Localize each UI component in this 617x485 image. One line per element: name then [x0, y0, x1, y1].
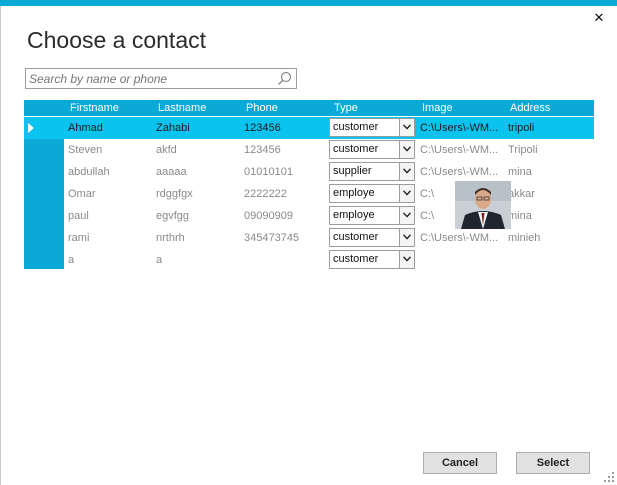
cell-image[interactable]: C:\Users\-WM...	[420, 139, 506, 161]
table-row[interactable]: Steven akfd 123456 customer C:\Users\-WM…	[24, 139, 594, 161]
chevron-down-icon	[403, 212, 411, 218]
select-button[interactable]: Select	[516, 452, 590, 474]
chevron-down-icon	[403, 168, 411, 174]
table-row[interactable]: Ahmad Zahabi 123456 customer C:\Users\-W…	[24, 117, 594, 139]
column-header-phone[interactable]: Phone	[246, 100, 278, 116]
table-row[interactable]: rami nrthrh 345473745 customer C:\Users\…	[24, 227, 594, 249]
cell-address[interactable]: mina	[508, 161, 592, 183]
search-box[interactable]	[25, 68, 297, 89]
cell-lastname[interactable]: akfd	[156, 139, 242, 161]
cell-phone[interactable]: 123456	[244, 139, 328, 161]
column-header-firstname[interactable]: Firstname	[70, 100, 119, 116]
type-value: employe	[333, 209, 375, 221]
cell-firstname[interactable]: abdullah	[68, 161, 154, 183]
type-dropdown[interactable]: customer	[329, 228, 415, 247]
cell-firstname[interactable]: Ahmad	[68, 117, 154, 139]
cell-lastname[interactable]: aaaaa	[156, 161, 242, 183]
cell-image[interactable]: C:\Users\-WM...	[420, 117, 506, 139]
cell-phone[interactable]	[244, 249, 328, 271]
type-value: customer	[333, 121, 379, 133]
row-indicator	[24, 117, 64, 139]
dropdown-button[interactable]	[399, 163, 414, 180]
cell-firstname[interactable]: paul	[68, 205, 154, 227]
chevron-down-icon	[403, 124, 411, 130]
type-value: employe	[333, 187, 375, 199]
cell-address[interactable]: minieh	[508, 227, 592, 249]
type-dropdown[interactable]: supplier	[329, 162, 415, 181]
cell-phone[interactable]: 09090909	[244, 205, 328, 227]
type-value: supplier	[333, 165, 372, 177]
table-row[interactable]: a a customer	[24, 249, 418, 271]
cell-lastname[interactable]: nrthrh	[156, 227, 242, 249]
cell-lastname[interactable]: rdggfgx	[156, 183, 242, 205]
cell-address[interactable]: tripoli	[508, 117, 592, 139]
cell-phone[interactable]: 01010101	[244, 161, 328, 183]
chevron-down-icon	[403, 256, 411, 262]
type-dropdown[interactable]: customer	[329, 118, 415, 137]
dropdown-button[interactable]	[399, 229, 414, 246]
dropdown-button[interactable]	[399, 251, 414, 268]
cell-lastname[interactable]: a	[156, 249, 242, 271]
type-value: customer	[333, 143, 379, 155]
cell-address[interactable]: akkar	[508, 183, 592, 205]
window-top-bar	[0, 0, 617, 6]
type-dropdown[interactable]: employe	[329, 206, 415, 225]
chevron-down-icon	[403, 234, 411, 240]
resize-grip-icon[interactable]	[603, 471, 615, 483]
current-row-arrow-icon	[28, 123, 34, 133]
cancel-button[interactable]: Cancel	[423, 452, 497, 474]
contact-photo	[455, 181, 511, 229]
cell-firstname[interactable]: Steven	[68, 139, 154, 161]
cell-phone[interactable]: 2222222	[244, 183, 328, 205]
cell-firstname[interactable]: a	[68, 249, 154, 271]
dropdown-button[interactable]	[399, 185, 414, 202]
cell-lastname[interactable]: egvfgg	[156, 205, 242, 227]
dropdown-button[interactable]	[399, 207, 414, 224]
cell-address[interactable]: mina	[508, 205, 592, 227]
type-value: customer	[333, 231, 379, 243]
chevron-down-icon	[403, 190, 411, 196]
dropdown-button[interactable]	[399, 119, 414, 136]
column-header-image[interactable]: Image	[422, 100, 453, 116]
close-button[interactable]: ✕	[590, 10, 608, 28]
type-value: customer	[333, 253, 379, 265]
chevron-down-icon	[403, 146, 411, 152]
cell-image[interactable]: C:\Users\-WM...	[420, 227, 506, 249]
column-header-lastname[interactable]: Lastname	[158, 100, 206, 116]
dialog-title: Choose a contact	[27, 27, 207, 53]
cell-phone[interactable]: 345473745	[244, 227, 328, 249]
cell-phone[interactable]: 123456	[244, 117, 328, 139]
search-input[interactable]	[29, 70, 274, 87]
close-icon: ✕	[593, 11, 605, 26]
dropdown-button[interactable]	[399, 141, 414, 158]
column-header-address[interactable]: Address	[510, 100, 550, 116]
cell-firstname[interactable]: Omar	[68, 183, 154, 205]
type-dropdown[interactable]: customer	[329, 140, 415, 159]
cell-firstname[interactable]: rami	[68, 227, 154, 249]
window-left-edge	[0, 6, 1, 485]
type-dropdown[interactable]: employe	[329, 184, 415, 203]
cell-image[interactable]: C:\Users\-WM...	[420, 161, 506, 183]
cell-lastname[interactable]: Zahabi	[156, 117, 242, 139]
table-row[interactable]: abdullah aaaaa 01010101 supplier C:\User…	[24, 161, 594, 183]
column-header-type[interactable]: Type	[334, 100, 358, 116]
grid-header: Firstname Lastname Phone Type Image Addr…	[24, 100, 594, 116]
type-dropdown[interactable]: customer	[329, 250, 415, 269]
search-icon[interactable]	[277, 71, 292, 86]
cell-address[interactable]: Tripoli	[508, 139, 592, 161]
